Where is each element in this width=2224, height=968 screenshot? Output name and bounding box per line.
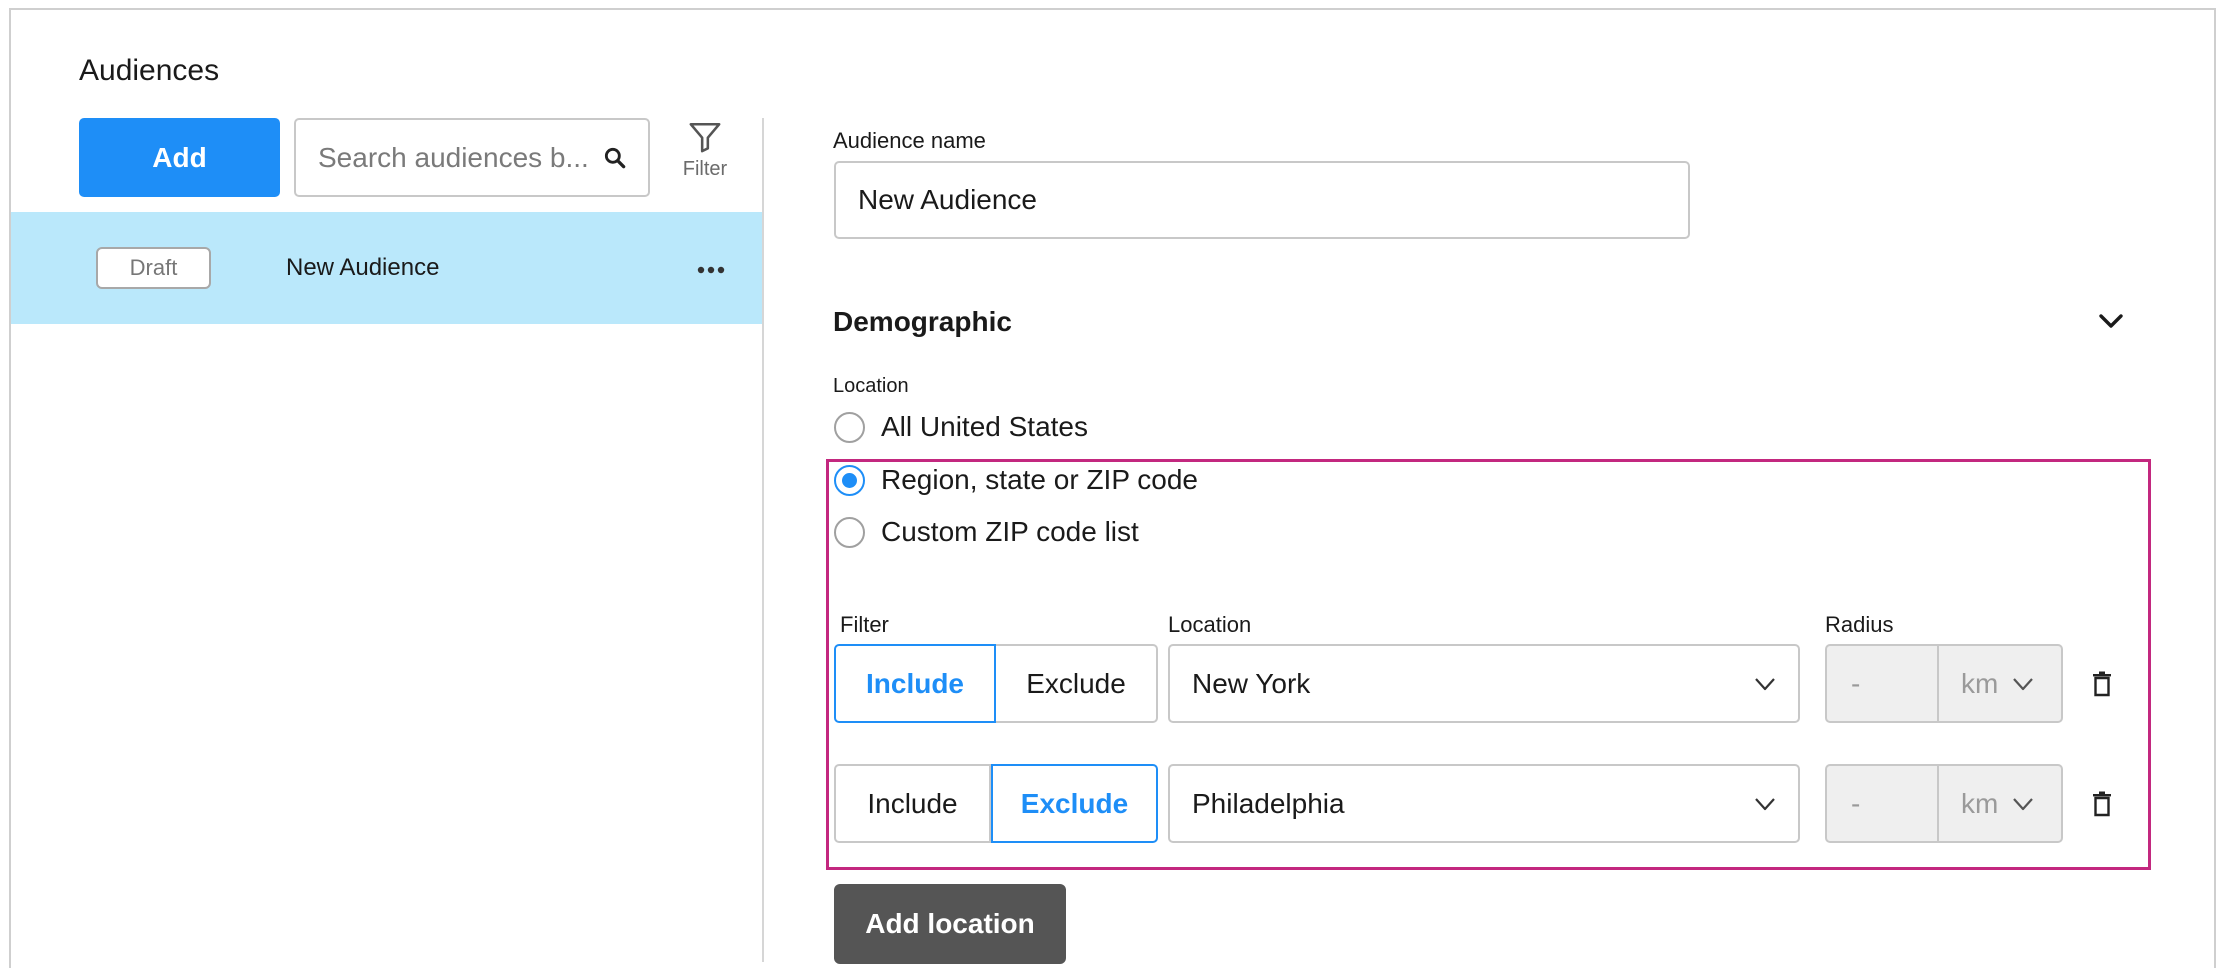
trash-icon[interactable] xyxy=(2092,671,2112,697)
add-location-button[interactable]: Add location xyxy=(834,884,1066,964)
radio-label: Region, state or ZIP code xyxy=(881,464,1198,495)
filter-label: Filter xyxy=(682,158,728,180)
radio-circle-selected xyxy=(834,464,865,496)
audience-list-item[interactable]: Draft New Audience xyxy=(11,212,762,324)
audience-name: New Audience xyxy=(286,254,440,281)
trash-icon[interactable] xyxy=(2092,791,2112,817)
page-title: Audiences xyxy=(79,54,220,87)
include-button[interactable]: Include xyxy=(834,764,991,843)
location-value: New York xyxy=(1192,667,1311,699)
chevron-down-icon[interactable] xyxy=(2096,308,2126,334)
exclude-button[interactable]: Exclude xyxy=(996,644,1158,723)
radio-region-state-zip[interactable]: Region, state or ZIP code xyxy=(834,464,1198,496)
location-select-row-2[interactable]: Philadelphia xyxy=(1168,764,1800,843)
panel-divider xyxy=(762,118,764,962)
search-box xyxy=(294,118,650,197)
unit-select-row-2[interactable]: km xyxy=(1939,764,2063,843)
audience-name-label: Audience name xyxy=(833,128,986,153)
location-label: Location xyxy=(833,375,909,397)
radio-label: Custom ZIP code list xyxy=(881,516,1139,547)
radio-circle xyxy=(834,411,865,443)
more-options-icon[interactable] xyxy=(691,260,731,280)
exclude-button[interactable]: Exclude xyxy=(991,764,1158,843)
audience-name-input[interactable] xyxy=(834,161,1690,239)
unit-value: km xyxy=(1961,667,1999,699)
chevron-down-icon xyxy=(1755,677,1775,690)
location-value: Philadelphia xyxy=(1192,787,1345,819)
radio-custom-zip-list[interactable]: Custom ZIP code list xyxy=(834,516,1139,548)
filter-toggle-row-2: Include Exclude xyxy=(834,764,1158,843)
radius-input-row-1[interactable]: - xyxy=(1825,644,1939,723)
radius-value: - xyxy=(1851,667,1861,699)
filter-column-label: Filter xyxy=(840,612,889,637)
search-icon[interactable] xyxy=(602,145,628,171)
radius-value: - xyxy=(1851,787,1861,819)
radius-column-label: Radius xyxy=(1825,612,1894,637)
radio-label: All United States xyxy=(881,411,1088,442)
location-column-label: Location xyxy=(1168,612,1252,637)
include-button[interactable]: Include xyxy=(834,644,996,723)
radio-circle xyxy=(834,516,865,548)
filter-toggle-row-1: Include Exclude xyxy=(834,644,1158,723)
demographic-section-title[interactable]: Demographic xyxy=(833,306,1012,338)
filter-icon xyxy=(689,122,721,153)
radius-input-row-2[interactable]: - xyxy=(1825,764,1939,843)
unit-select-row-1[interactable]: km xyxy=(1939,644,2063,723)
chevron-down-icon xyxy=(2013,797,2034,810)
location-select-row-1[interactable]: New York xyxy=(1168,644,1800,723)
unit-value: km xyxy=(1961,787,1999,819)
status-badge: Draft xyxy=(96,247,211,289)
search-input[interactable] xyxy=(316,140,594,175)
chevron-down-icon xyxy=(2013,677,2034,690)
filter-button[interactable]: Filter xyxy=(672,120,738,192)
radio-all-united-states[interactable]: All United States xyxy=(834,411,1088,443)
chevron-down-icon xyxy=(1755,797,1775,810)
add-audience-button[interactable]: Add xyxy=(79,118,280,197)
